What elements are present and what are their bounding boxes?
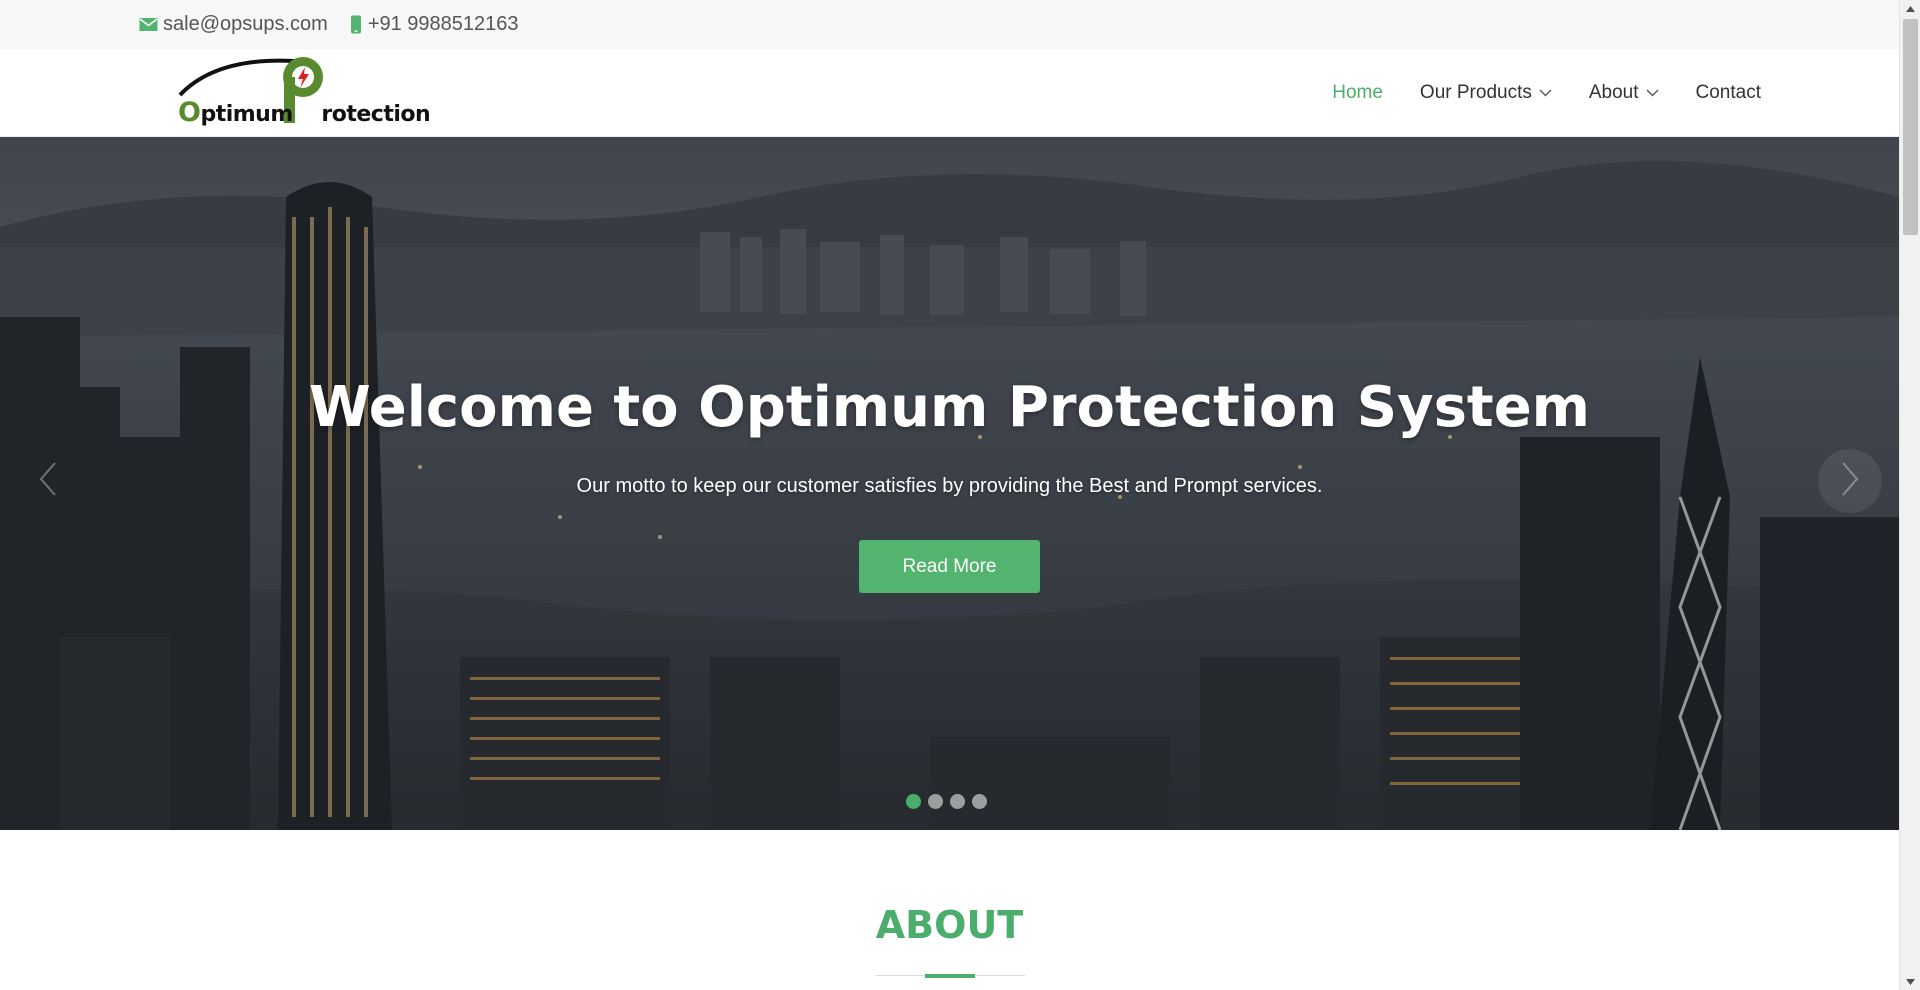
slider-pagination (906, 794, 994, 809)
main-nav: Home Our Products About Contact (1295, 49, 1761, 137)
nav-about-label: About (1588, 82, 1639, 103)
chevron-left-icon (38, 461, 58, 502)
page-scrollbar[interactable] (1899, 0, 1920, 990)
hero-title: Welcome to Optimum Protection System (308, 375, 1591, 440)
slider-dot-1[interactable] (906, 794, 921, 809)
slider-dot-2[interactable] (928, 794, 943, 809)
nav-our-products-label: Our Products (1419, 82, 1532, 103)
nav-contact-label: Contact (1695, 82, 1761, 103)
scrollbar-thumb[interactable] (1903, 19, 1918, 235)
nav-home-label: Home (1332, 82, 1383, 103)
scroll-up-arrow-icon[interactable] (1900, 0, 1920, 17)
site-header: Optimum rotection Home Our Products Abou… (0, 49, 1899, 137)
envelope-icon (139, 17, 158, 32)
email-contact[interactable]: sale@opsups.com (139, 13, 328, 36)
mobile-phone-icon (349, 15, 363, 34)
slider-prev-button[interactable] (16, 449, 80, 513)
slider-dot-3[interactable] (950, 794, 965, 809)
hero-slider: Welcome to Optimum Protection System Our… (0, 137, 1899, 830)
nav-contact[interactable]: Contact (1696, 82, 1761, 104)
chevron-right-icon (1840, 461, 1860, 502)
scroll-down-arrow-icon[interactable] (1900, 973, 1920, 990)
read-more-button[interactable]: Read More (859, 540, 1040, 593)
about-heading: ABOUT (875, 903, 1024, 947)
site-logo[interactable]: Optimum rotection (176, 53, 431, 131)
top-contact-bar: sale@opsups.com +91 9988512163 (0, 0, 1899, 49)
phone-text[interactable]: +91 9988512163 (368, 13, 519, 36)
logo-wordmark: Optimum rotection (178, 97, 431, 128)
slider-dot-4[interactable] (972, 794, 987, 809)
email-text[interactable]: sale@opsups.com (163, 13, 328, 36)
chevron-down-icon (1646, 89, 1659, 97)
nav-home[interactable]: Home (1332, 82, 1383, 104)
slider-next-button[interactable] (1818, 449, 1882, 513)
phone-contact[interactable]: +91 9988512163 (349, 13, 519, 36)
hero-subtitle: Our motto to keep our customer satisfies… (576, 475, 1323, 497)
about-divider-accent (925, 974, 975, 978)
nav-our-products[interactable]: Our Products (1420, 82, 1552, 104)
nav-about[interactable]: About (1589, 82, 1659, 104)
chevron-down-icon (1539, 89, 1552, 97)
